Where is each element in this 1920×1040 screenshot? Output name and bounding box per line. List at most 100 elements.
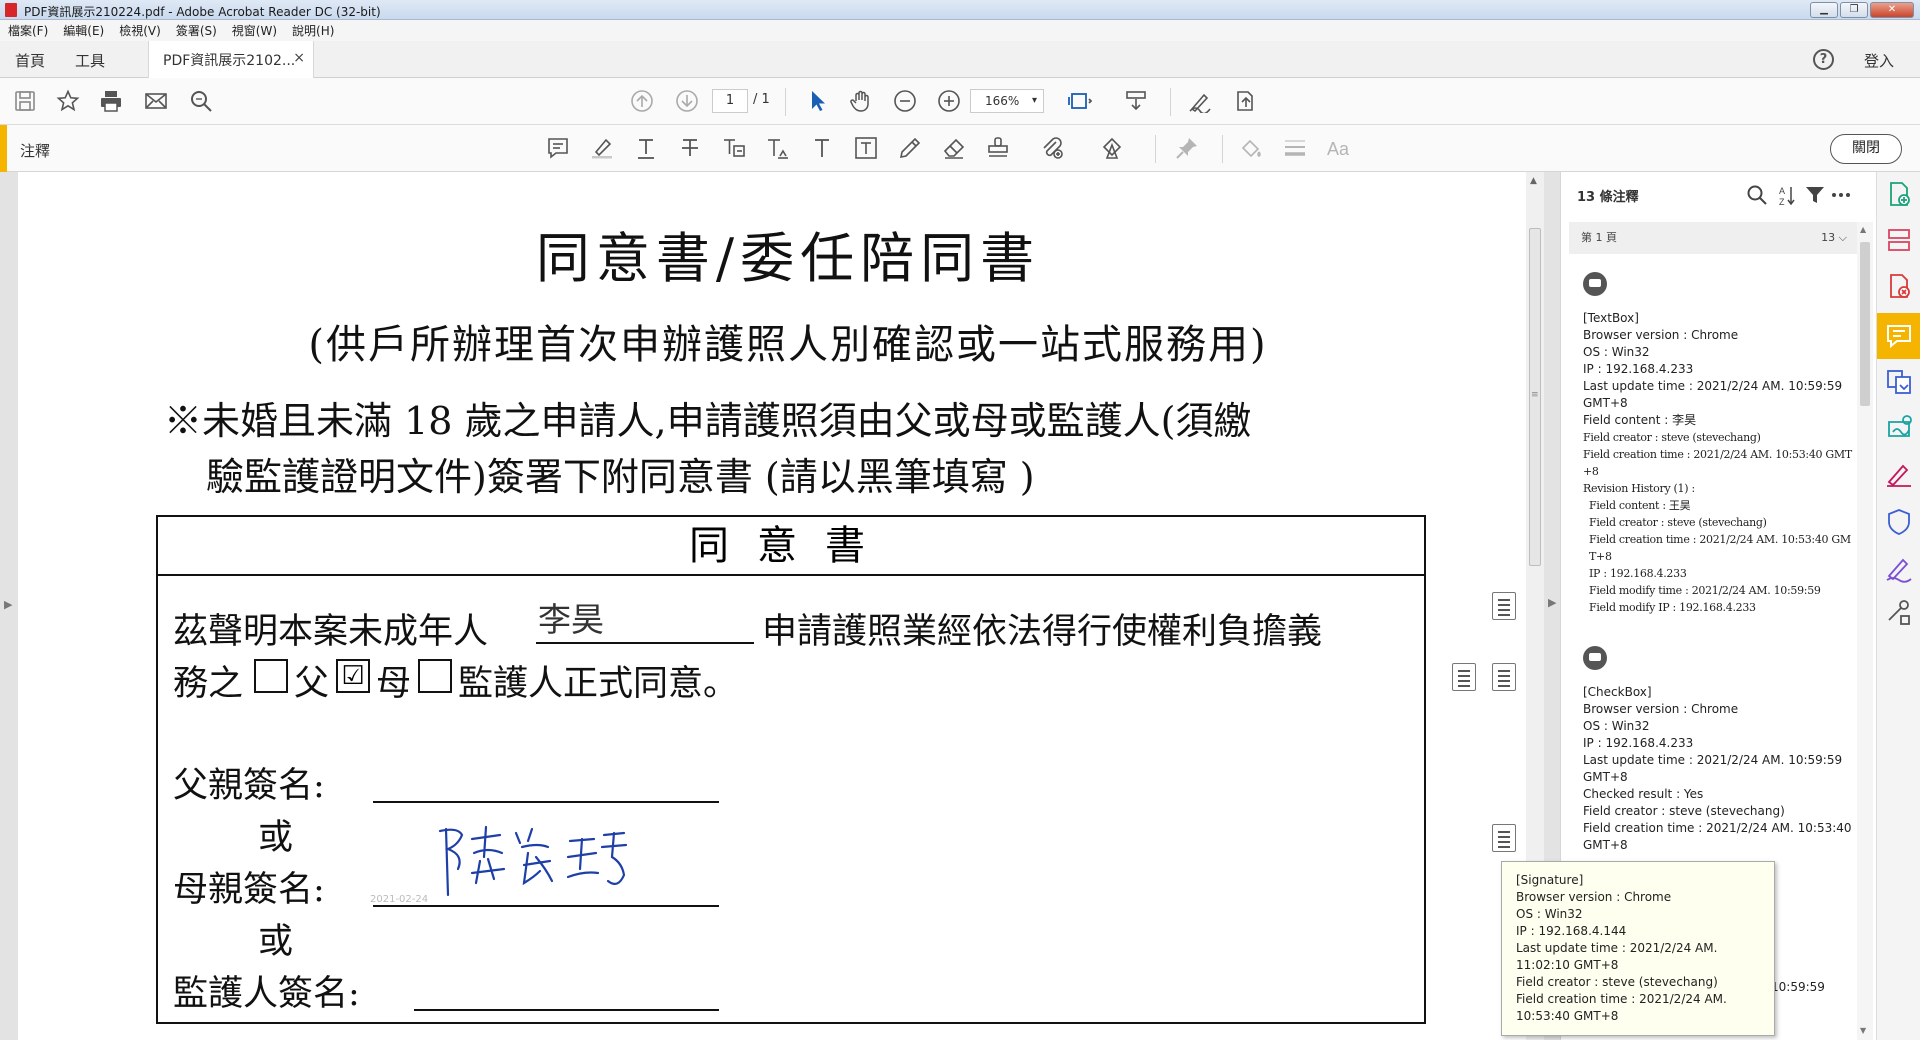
line-weight-icon[interactable] (1283, 136, 1307, 160)
create-pdf-icon[interactable] (1883, 178, 1915, 210)
underline-text-icon[interactable] (634, 136, 658, 160)
strikethrough-icon[interactable] (678, 136, 702, 160)
consent-line2-prefix: 務之 (173, 664, 244, 704)
search-comments-icon[interactable] (1746, 184, 1768, 206)
fill-and-sign-icon[interactable] (1883, 458, 1915, 490)
sort-comments-icon[interactable]: AZ (1776, 184, 1798, 207)
father-checkbox[interactable] (254, 659, 288, 693)
font-size-icon[interactable]: Aa (1327, 136, 1351, 160)
comment-line: Field creator : steve (stevechang) (1583, 804, 1785, 818)
minimize-button[interactable]: ▁ (1810, 2, 1838, 18)
scroll-grip-icon: ≡ (1531, 390, 1539, 400)
close-comment-tools-button[interactable]: 關閉 (1830, 134, 1902, 164)
comments-page-group[interactable]: 第 1 頁 13 ⌵ (1569, 222, 1859, 254)
shapes-icon[interactable] (1100, 136, 1124, 160)
right-panel-toggle-icon[interactable]: ▶ (1548, 596, 1556, 609)
save-icon[interactable] (13, 89, 37, 113)
comment-line: Last update time : 2021/2/24 AM. 10:59:5… (1583, 753, 1843, 784)
pin-icon[interactable] (1175, 136, 1199, 160)
fill-color-icon[interactable] (1239, 136, 1263, 160)
comment-note-icon[interactable] (1492, 824, 1516, 852)
combine-files-icon[interactable] (1883, 366, 1915, 398)
menu-file[interactable]: 檔案(F) (8, 22, 48, 39)
comment-toolbar-label: 注釋 (20, 142, 51, 160)
svg-text:Aa: Aa (1327, 139, 1350, 159)
document-notice-line-2: 驗監護證明文件)簽署下附同意書 (請以黑筆填寫 ) (206, 455, 1035, 499)
scroll-up-arrow-icon[interactable]: ▲ (1860, 225, 1866, 234)
stamp-icon[interactable] (986, 136, 1010, 160)
more-tools-icon[interactable] (1883, 596, 1915, 628)
more-options-icon[interactable] (1830, 184, 1852, 206)
attach-file-icon[interactable] (1040, 136, 1064, 160)
protect-icon[interactable] (1883, 506, 1915, 538)
document-viewport[interactable]: ▶ 同意書/委任陪同書 (供戶所辦理首次申辦護照人別確認或一站式服務用) ※未婚… (0, 172, 1560, 1040)
menu-view[interactable]: 檢視(V) (119, 22, 161, 39)
zoom-level-select[interactable]: 166% ▾ (970, 89, 1044, 113)
certificates-icon[interactable] (1883, 552, 1915, 584)
tab-tools[interactable]: 工具 (75, 50, 105, 71)
hand-tool-icon[interactable] (849, 89, 873, 113)
text-box-icon[interactable] (854, 136, 878, 160)
restore-button[interactable]: ❐ (1840, 2, 1868, 18)
comment-note-icon[interactable] (1452, 663, 1476, 691)
tab-bar: 首頁 工具 PDF資訊展示2102... × ? 登入 (0, 41, 1920, 78)
tooltip-line: OS : Win32 (1516, 907, 1583, 921)
send-for-signature-icon[interactable] (1883, 412, 1915, 444)
previous-page-icon[interactable] (630, 89, 654, 113)
replace-text-icon[interactable] (722, 136, 746, 160)
tab-document[interactable]: PDF資訊展示2102... × (148, 41, 314, 78)
pdf-page: 同意書/委任陪同書 (供戶所辦理首次申辦護照人別確認或一站式服務用) ※未婚且未… (18, 172, 1526, 1040)
eraser-icon[interactable] (942, 136, 966, 160)
share-document-icon[interactable] (1233, 89, 1257, 113)
comment-note-icon[interactable] (1492, 663, 1516, 691)
left-panel-toggle-icon[interactable]: ▶ (4, 598, 12, 611)
comment-line: OS : Win32 (1583, 345, 1650, 359)
comment-tool-icon[interactable] (1883, 320, 1915, 352)
next-page-icon[interactable] (675, 89, 699, 113)
print-icon[interactable] (99, 89, 123, 113)
close-window-button[interactable]: ✕ (1870, 2, 1914, 18)
menu-help[interactable]: 說明(H) (292, 22, 334, 39)
bookmark-star-icon[interactable] (56, 89, 80, 113)
consent-form-box: 同意書 茲聲明本案未成年人 李昊 申請護照業經依法得行使權利負擔義 務之 父 ☑… (156, 515, 1426, 1024)
scroll-down-arrow-icon[interactable]: ▼ (1860, 1026, 1866, 1035)
page-number-input[interactable]: 1 (712, 89, 748, 113)
select-cursor-icon[interactable] (806, 89, 830, 113)
mother-checkbox[interactable]: ☑ (336, 659, 370, 693)
guardian-signature-line (414, 1009, 719, 1011)
comments-scrollbar-thumb[interactable] (1860, 242, 1870, 406)
menu-window[interactable]: 視窗(W) (232, 22, 277, 39)
search-icon[interactable] (189, 89, 213, 113)
revision-line: Field modify IP : 192.168.4.233 (1589, 601, 1756, 614)
scroll-up-arrow-icon[interactable]: ▲ (1530, 176, 1537, 186)
add-text-icon[interactable] (810, 136, 834, 160)
menu-sign[interactable]: 簽署(S) (176, 22, 217, 39)
zoom-out-icon[interactable] (893, 89, 917, 113)
organize-pages-icon[interactable] (1883, 224, 1915, 256)
pencil-draw-icon[interactable] (898, 136, 922, 160)
zoom-in-icon[interactable] (937, 89, 961, 113)
export-pdf-icon[interactable] (1883, 270, 1915, 302)
minor-name-field[interactable]: 李昊 (538, 593, 604, 641)
mother-signature-image[interactable] (428, 817, 648, 907)
menu-edit[interactable]: 編輯(E) (63, 22, 104, 39)
insert-text-icon[interactable] (766, 136, 790, 160)
guardian-checkbox[interactable] (418, 659, 452, 693)
comment-note-icon[interactable] (1492, 592, 1516, 620)
comments-scrollbar[interactable]: ▲ ▼ (1857, 222, 1873, 1040)
sticky-note-icon[interactable] (546, 136, 570, 160)
comment-entry-checkbox[interactable]: [CheckBox] Browser version : Chrome OS :… (1583, 646, 1853, 854)
help-icon[interactable]: ? (1813, 49, 1834, 70)
scroll-mode-icon[interactable] (1124, 89, 1148, 113)
comment-entry-textbox[interactable]: [TextBox] Browser version : Chrome OS : … (1583, 272, 1853, 616)
menu-bar: 檔案(F) 編輯(E) 檢視(V) 簽署(S) 視窗(W) 說明(H) (0, 20, 1920, 41)
login-button[interactable]: 登入 (1864, 50, 1894, 71)
document-subtitle: (供戶所辦理首次申辦護照人別確認或一站式服務用) (308, 322, 1268, 368)
tab-home[interactable]: 首頁 (15, 50, 45, 71)
close-tab-icon[interactable]: × (293, 50, 305, 66)
fill-sign-icon[interactable] (1188, 89, 1212, 115)
fit-page-icon[interactable] (1068, 89, 1093, 113)
email-icon[interactable] (144, 89, 168, 113)
filter-comments-icon[interactable] (1804, 184, 1826, 206)
highlight-icon[interactable] (590, 136, 614, 160)
